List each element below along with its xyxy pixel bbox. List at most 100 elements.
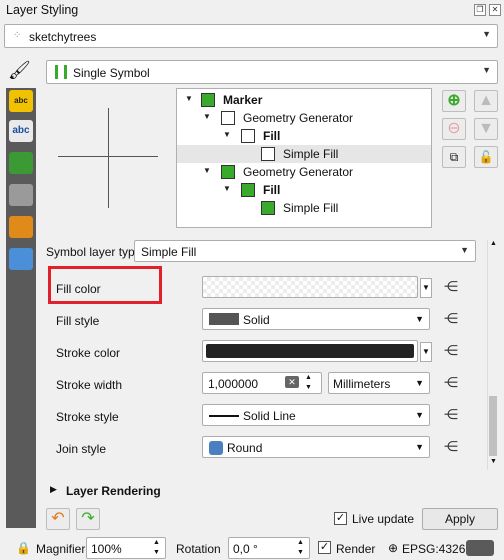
- crs-label[interactable]: EPSG:4326: [402, 542, 465, 556]
- paintbrush-icon[interactable]: 🖌: [8, 58, 36, 82]
- close-window-icon[interactable]: ✕: [489, 4, 501, 16]
- stroke-color-swatch: [206, 344, 414, 358]
- tree-row[interactable]: ▼ Geometry Generator: [177, 109, 431, 127]
- symbol-swatch: [261, 147, 275, 161]
- join-style-value: Round: [227, 441, 263, 455]
- layer-rendering-section[interactable]: ▶ Layer Rendering: [46, 482, 486, 500]
- scrollbar-thumb[interactable]: [489, 396, 497, 456]
- spin-arrows-icon[interactable]: ▲ ▼: [297, 538, 304, 558]
- data-defined-override-icon[interactable]: ⋲: [440, 372, 462, 394]
- title-bar: Layer Styling ❐ ✕: [0, 0, 504, 22]
- stroke-style-value: Solid Line: [243, 409, 296, 423]
- renderer-select[interactable]: Single Symbol ▼: [46, 60, 498, 84]
- float-window-icon[interactable]: ❐: [474, 4, 486, 16]
- symbol-layer-type-select[interactable]: Simple Fill ▼: [134, 240, 476, 262]
- fill-style-select[interactable]: Solid ▼: [202, 308, 430, 330]
- color-menu-arrow-icon[interactable]: ▼: [420, 278, 432, 298]
- data-defined-override-icon[interactable]: ⋲: [440, 436, 462, 458]
- remove-layer-button[interactable]: ⊖: [442, 118, 466, 140]
- properties-panel: Fill color ▼ ⋲ Fill style Solid ▼ ⋲ Stro…: [46, 262, 486, 470]
- tree-label: Geometry Generator: [243, 165, 354, 179]
- expand-arrow-icon[interactable]: ▶: [50, 484, 57, 495]
- diagrams-icon[interactable]: [9, 216, 33, 238]
- tree-row[interactable]: ▼ Fill: [177, 127, 431, 145]
- collapse-arrow-icon[interactable]: ▼: [203, 112, 211, 121]
- 3d-view-icon[interactable]: [9, 152, 33, 174]
- collapse-arrow-icon[interactable]: ▼: [223, 130, 231, 139]
- chevron-down-icon: ▼: [415, 378, 424, 388]
- messages-icon[interactable]: [466, 540, 494, 556]
- chevron-down-icon: ▼: [415, 442, 424, 452]
- stroke-width-unit-select[interactable]: Millimeters ▼: [328, 372, 430, 394]
- undo-button[interactable]: ↶: [46, 508, 70, 530]
- window-title: Layer Styling: [6, 3, 79, 17]
- spin-arrows-icon[interactable]: ▲ ▼: [305, 373, 312, 393]
- collapse-arrow-icon[interactable]: ▼: [223, 184, 231, 193]
- rotation-input[interactable]: 0,0 ° ▲ ▼: [228, 537, 310, 559]
- join-style-select[interactable]: Round ▼: [202, 436, 430, 458]
- lock-icon[interactable]: 🔒: [16, 541, 31, 555]
- tree-label: Marker: [223, 93, 263, 107]
- stroke-style-label: Stroke style: [56, 410, 119, 424]
- symbol-swatch: [241, 183, 255, 197]
- tree-row-selected[interactable]: Simple Fill: [177, 145, 431, 163]
- render-label: Render: [336, 542, 376, 556]
- data-defined-override-icon[interactable]: ⋲: [440, 340, 462, 362]
- redo-button[interactable]: ↷: [76, 508, 100, 530]
- layer-select[interactable]: ⁘ sketchytrees ▼: [4, 24, 498, 48]
- chevron-down-icon: ▼: [415, 314, 424, 324]
- clear-icon[interactable]: ✕: [285, 376, 299, 388]
- chevron-down-icon: ▼: [460, 245, 469, 255]
- tree-row[interactable]: Simple Fill: [177, 199, 431, 217]
- symbol-preview: [46, 88, 170, 234]
- stroke-width-value: 1,000000: [208, 377, 259, 391]
- data-defined-override-icon[interactable]: ⋲: [440, 404, 462, 426]
- symbol-layer-type-row: Symbol layer type Simple Fill ▼: [46, 240, 486, 264]
- symbol-layer-type-label: Symbol layer type: [46, 245, 142, 259]
- scroll-down-icon[interactable]: ▼: [490, 458, 497, 465]
- rotation-value: 0,0 °: [233, 542, 258, 556]
- move-up-button[interactable]: ▲: [474, 90, 498, 112]
- tree-label: Fill: [263, 183, 281, 197]
- stroke-width-input[interactable]: 1,000000 ✕ ▲ ▼: [202, 372, 322, 394]
- fill-color-label: Fill color: [56, 282, 101, 296]
- labels-icon[interactable]: abc: [9, 90, 33, 112]
- history-icon[interactable]: [9, 248, 33, 270]
- magnifier-value: 100%: [91, 542, 122, 556]
- collapse-arrow-icon[interactable]: ▼: [203, 166, 211, 175]
- scroll-up-icon[interactable]: ▲: [490, 240, 497, 247]
- collapse-arrow-icon[interactable]: ▼: [185, 94, 193, 103]
- stroke-width-unit: Millimeters: [333, 377, 391, 391]
- chevron-down-icon: ▼: [482, 65, 491, 75]
- apply-button[interactable]: Apply: [422, 508, 498, 530]
- data-defined-override-icon[interactable]: ⋲: [440, 276, 462, 298]
- histogram-icon[interactable]: [9, 184, 33, 206]
- status-bar: 🔒 Magnifier 100% ▲ ▼ Rotation 0,0 ° ▲ ▼ ✓ …: [0, 536, 504, 560]
- magnifier-input[interactable]: 100% ▲ ▼: [86, 537, 166, 559]
- stroke-color-label: Stroke color: [56, 346, 121, 360]
- tree-row[interactable]: ▼ Fill: [177, 181, 431, 199]
- data-defined-override-icon[interactable]: ⋲: [440, 308, 462, 330]
- tree-row[interactable]: ▼ Geometry Generator: [177, 163, 431, 181]
- symbol-swatch: [201, 93, 215, 107]
- chevron-down-icon: ▼: [415, 410, 424, 420]
- globe-icon[interactable]: ⊕: [388, 541, 398, 555]
- duplicate-layer-button[interactable]: ⧉: [442, 146, 466, 168]
- fill-color-button[interactable]: [202, 276, 418, 298]
- masks-icon[interactable]: abc: [9, 120, 33, 142]
- spin-arrows-icon[interactable]: ▲ ▼: [153, 538, 160, 558]
- symbol-layer-tree[interactable]: ▼ Marker ▼ Geometry Generator ▼ Fill Sim…: [176, 88, 432, 228]
- move-down-button[interactable]: ▼: [474, 118, 498, 140]
- render-checkbox[interactable]: ✓: [318, 541, 331, 554]
- live-update-checkbox[interactable]: ✓: [334, 512, 347, 525]
- preview-crosshair-v: [108, 108, 109, 208]
- solid-line-swatch: [209, 415, 239, 417]
- layer-rendering-label: Layer Rendering: [66, 484, 161, 498]
- tree-row[interactable]: ▼ Marker: [177, 91, 431, 109]
- add-layer-button[interactable]: ⊕: [442, 90, 466, 112]
- stroke-color-button[interactable]: [202, 340, 418, 362]
- color-menu-arrow-icon[interactable]: ▼: [420, 342, 432, 362]
- lock-icon[interactable]: 🔓: [474, 146, 498, 168]
- fill-style-label: Fill style: [56, 314, 100, 328]
- stroke-style-select[interactable]: Solid Line ▼: [202, 404, 430, 426]
